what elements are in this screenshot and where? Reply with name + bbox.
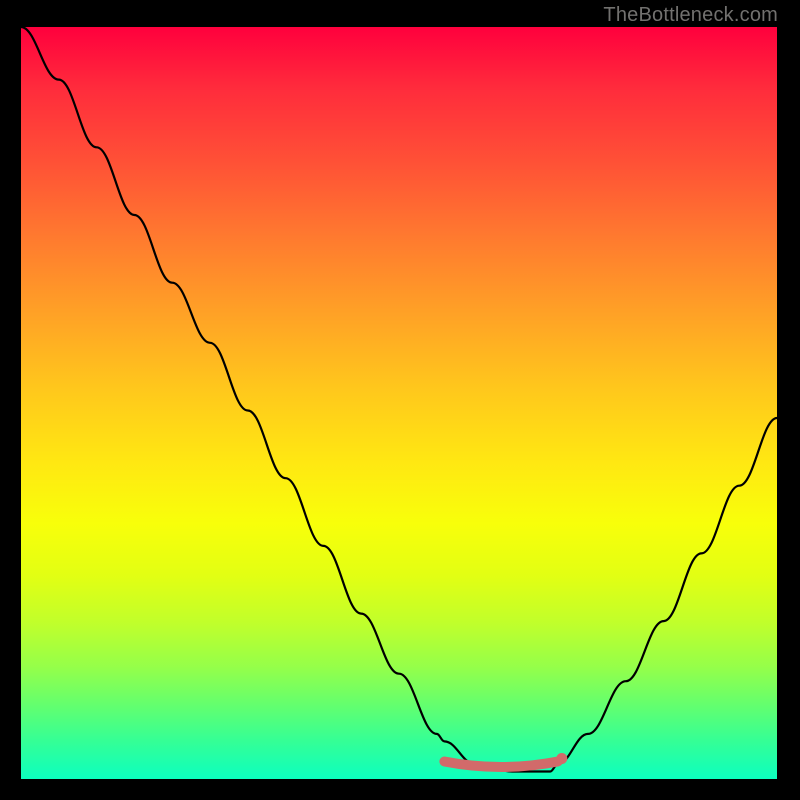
optimal-range-marker [444, 762, 557, 768]
bottleneck-chart [21, 27, 777, 779]
optimal-range-end-dot [556, 753, 567, 764]
chart-frame: TheBottleneck.com [0, 0, 800, 800]
bottleneck-curve-line [21, 27, 777, 772]
attribution-label: TheBottleneck.com [603, 4, 778, 27]
